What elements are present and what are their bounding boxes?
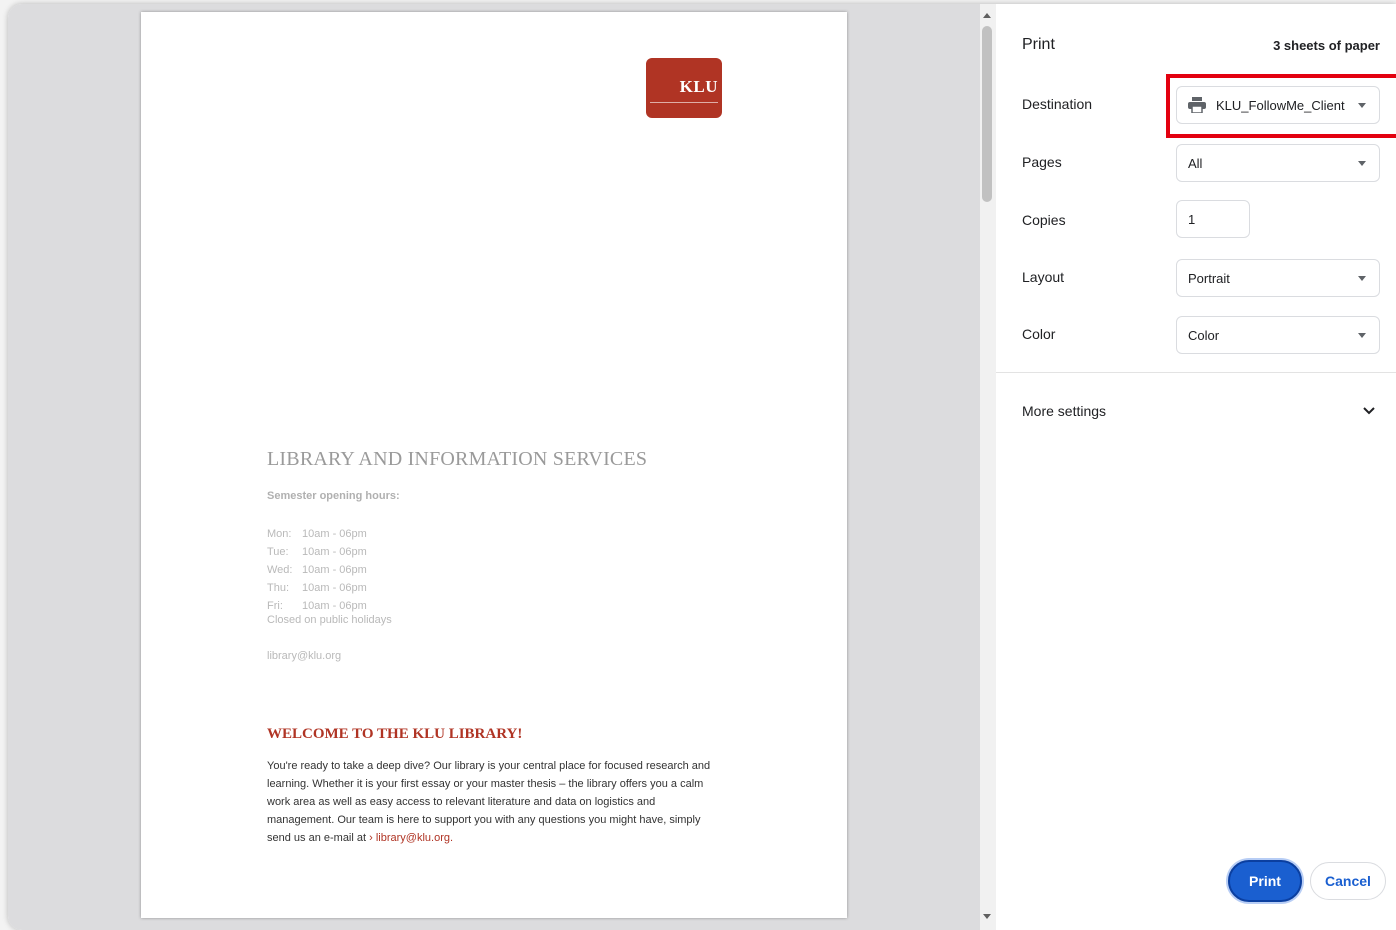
color-value: Color [1188,327,1220,343]
chevron-down-icon [1358,333,1366,338]
print-dialog: KLU LIBRARY AND INFORMATION SERVICES Sem… [8,4,1396,930]
hours-row: Wed: 10am - 06pm [267,564,367,576]
settings-panel: Print 3 sheets of paper Destination KLU_… [996,4,1396,930]
hours-row: Mon: 10am - 06pm [267,528,367,540]
layout-select[interactable]: Portrait [1176,259,1380,297]
copies-input[interactable] [1176,200,1250,238]
divider [996,372,1396,373]
preview-page: KLU LIBRARY AND INFORMATION SERVICES Sem… [141,12,847,918]
chevron-down-icon[interactable] [1362,404,1376,418]
opening-hours: Mon: 10am - 06pm Tue: 10am - 06pm Wed: 10am… [267,525,367,615]
klu-logo: KLU [646,58,722,118]
panel-title: Print [1022,36,1055,53]
library-title: LIBRARY AND INFORMATION SERVICES [267,448,648,470]
copies-label: Copies [1022,212,1066,228]
email-link: › library@klu.org [369,832,450,844]
layout-value: Portrait [1188,270,1230,286]
destination-select[interactable]: KLU_FollowMe_Client [1176,86,1380,124]
closed-note: Closed on public holidays [267,614,392,626]
semester-label: Semester opening hours: [267,490,400,502]
logo-line [650,102,718,105]
sheet-count: 3 sheets of paper [1273,38,1380,53]
color-label: Color [1022,326,1056,342]
cancel-button[interactable]: Cancel [1310,862,1386,900]
scroll-down-arrow[interactable] [983,914,991,919]
printer-icon [1188,97,1206,113]
hours-row: Thu: 10am - 06pm [267,582,367,594]
library-email: library@klu.org [267,650,342,662]
welcome-title: WELCOME TO THE KLU LIBRARY! [267,726,523,742]
scrollbar-thumb[interactable] [982,26,992,202]
logo-text: KLU [679,77,718,96]
pages-label: Pages [1022,154,1062,170]
hours-row: Fri: 10am - 06pm [267,600,367,612]
chevron-down-icon [1358,276,1366,281]
print-button[interactable]: Print [1228,860,1302,902]
chevron-down-icon [1358,103,1366,108]
layout-label: Layout [1022,269,1065,285]
hours-row: Tue: 10am - 06pm [267,546,367,558]
welcome-body: You're ready to take a deep dive? Our li… [267,760,711,844]
pages-value: All [1188,155,1203,171]
scroll-up-arrow[interactable] [983,13,991,18]
chevron-down-icon [1358,161,1366,166]
color-select[interactable]: Color [1176,316,1380,354]
pages-select[interactable]: All [1176,144,1380,182]
print-preview: KLU LIBRARY AND INFORMATION SERVICES Sem… [8,4,980,930]
more-settings-toggle[interactable]: More settings [1022,403,1106,419]
destination-label: Destination [1022,96,1093,112]
destination-value: KLU_FollowMe_Client [1216,97,1345,113]
